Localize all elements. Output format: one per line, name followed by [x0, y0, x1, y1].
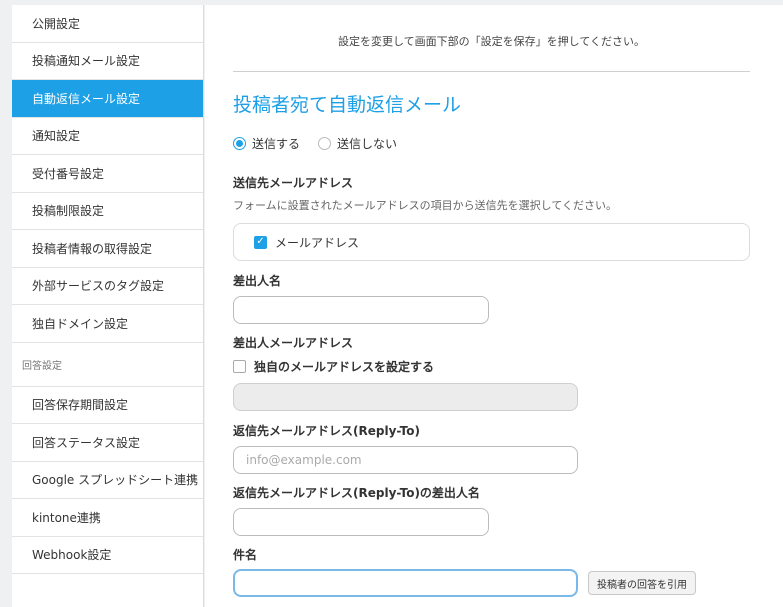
- recipient-options-box: ✓ メールアドレス: [233, 223, 750, 261]
- send-no-label[interactable]: 送信しない: [337, 135, 397, 152]
- reply-to-input[interactable]: [233, 446, 578, 474]
- custom-sender-email-checkbox[interactable]: [233, 360, 246, 373]
- subject-input[interactable]: [233, 569, 578, 597]
- sidebar-item-label: 投稿通知メール設定: [32, 54, 141, 69]
- sender-email-label: 差出人メールアドレス: [233, 336, 354, 350]
- sidebar-item-label: 回答保存期間設定: [32, 398, 129, 413]
- settings-sidebar: 公開設定 投稿通知メール設定 自動返信メール設定 通知設定 受付番号設定 投稿制…: [12, 5, 204, 607]
- sidebar-item-google-sheets[interactable]: Google スプレッドシート連携: [12, 462, 203, 499]
- sender-email-input[interactable]: [233, 383, 578, 411]
- sidebar-item-label: kintone連携: [32, 510, 101, 525]
- send-option-group: 送信する 送信しない: [233, 135, 409, 152]
- quote-answer-button[interactable]: 投稿者の回答を引用: [588, 571, 696, 595]
- sidebar-item-label: 回答ステータス設定: [32, 435, 141, 450]
- sender-name-input[interactable]: [233, 296, 489, 324]
- sidebar-item-answer-status[interactable]: 回答ステータス設定: [12, 424, 203, 462]
- sidebar-item-kintone[interactable]: kintone連携: [12, 499, 203, 537]
- save-notice: 設定を変更して画面下部の「設定を保存」を押してください。: [337, 35, 645, 48]
- reply-to-label: 返信先メールアドレス(Reply-To): [233, 424, 420, 438]
- sidebar-item-label: 外部サービスのタグ設定: [32, 279, 165, 294]
- reply-to-name-label: 返信先メールアドレス(Reply-To)の差出人名: [233, 486, 480, 500]
- reply-to-name-input[interactable]: [233, 508, 489, 536]
- sidebar-item-external-tags[interactable]: 外部サービスのタグ設定: [12, 268, 203, 305]
- sidebar-section-answer-settings: 回答設定: [12, 343, 203, 387]
- sidebar-item-label: 独自ドメイン設定: [32, 316, 129, 331]
- custom-sender-email-label[interactable]: 独自のメールアドレスを設定する: [254, 358, 434, 375]
- sidebar-item-poster-info[interactable]: 投稿者情報の取得設定: [12, 230, 203, 268]
- sidebar-item-answer-retention[interactable]: 回答保存期間設定: [12, 387, 203, 424]
- sidebar-item-webhook[interactable]: Webhook設定: [12, 537, 203, 574]
- sidebar-item-post-limit[interactable]: 投稿制限設定: [12, 193, 203, 230]
- recipient-label: 送信先メールアドレス: [233, 176, 354, 190]
- sidebar-item-label: 受付番号設定: [32, 166, 105, 181]
- sidebar-item-label: 公開設定: [32, 16, 81, 31]
- sidebar-item-label: Google スプレッドシート連携: [32, 473, 199, 488]
- sidebar-item-label: 投稿制限設定: [32, 204, 105, 219]
- divider: [233, 71, 750, 72]
- sidebar-item-auto-reply-mail[interactable]: 自動返信メール設定: [12, 80, 203, 118]
- sidebar-item-label: Webhook設定: [32, 548, 112, 563]
- sidebar-item-label: 投稿者情報の取得設定: [32, 241, 153, 256]
- sidebar-item-publish-settings[interactable]: 公開設定: [12, 5, 203, 43]
- sender-name-label: 差出人名: [233, 274, 282, 288]
- page-title: 投稿者宛て自動返信メール: [233, 94, 462, 116]
- send-yes-radio[interactable]: [233, 137, 246, 150]
- custom-sender-email-row: 独自のメールアドレスを設定する: [233, 358, 434, 375]
- email-field-checkbox[interactable]: ✓: [254, 235, 267, 249]
- sidebar-item-custom-domain[interactable]: 独自ドメイン設定: [12, 305, 203, 343]
- send-yes-label[interactable]: 送信する: [252, 135, 300, 152]
- sidebar-item-label: 自動返信メール設定: [32, 91, 141, 106]
- settings-main-panel: 設定を変更して画面下部の「設定を保存」を押してください。 投稿者宛て自動返信メー…: [205, 5, 783, 607]
- sidebar-item-notification-settings[interactable]: 通知設定: [12, 118, 203, 155]
- sidebar-item-post-notification-mail[interactable]: 投稿通知メール設定: [12, 43, 203, 80]
- email-field-option-label[interactable]: メールアドレス: [275, 234, 359, 251]
- sidebar-item-receipt-number[interactable]: 受付番号設定: [12, 155, 203, 193]
- recipient-help-text: フォームに設置されたメールアドレスの項目から送信先を選択してください。: [233, 199, 618, 212]
- send-no-radio[interactable]: [318, 137, 332, 150]
- subject-label: 件名: [233, 548, 258, 562]
- sidebar-section-label: 回答設定: [22, 360, 62, 372]
- sidebar-item-label: 通知設定: [32, 129, 81, 144]
